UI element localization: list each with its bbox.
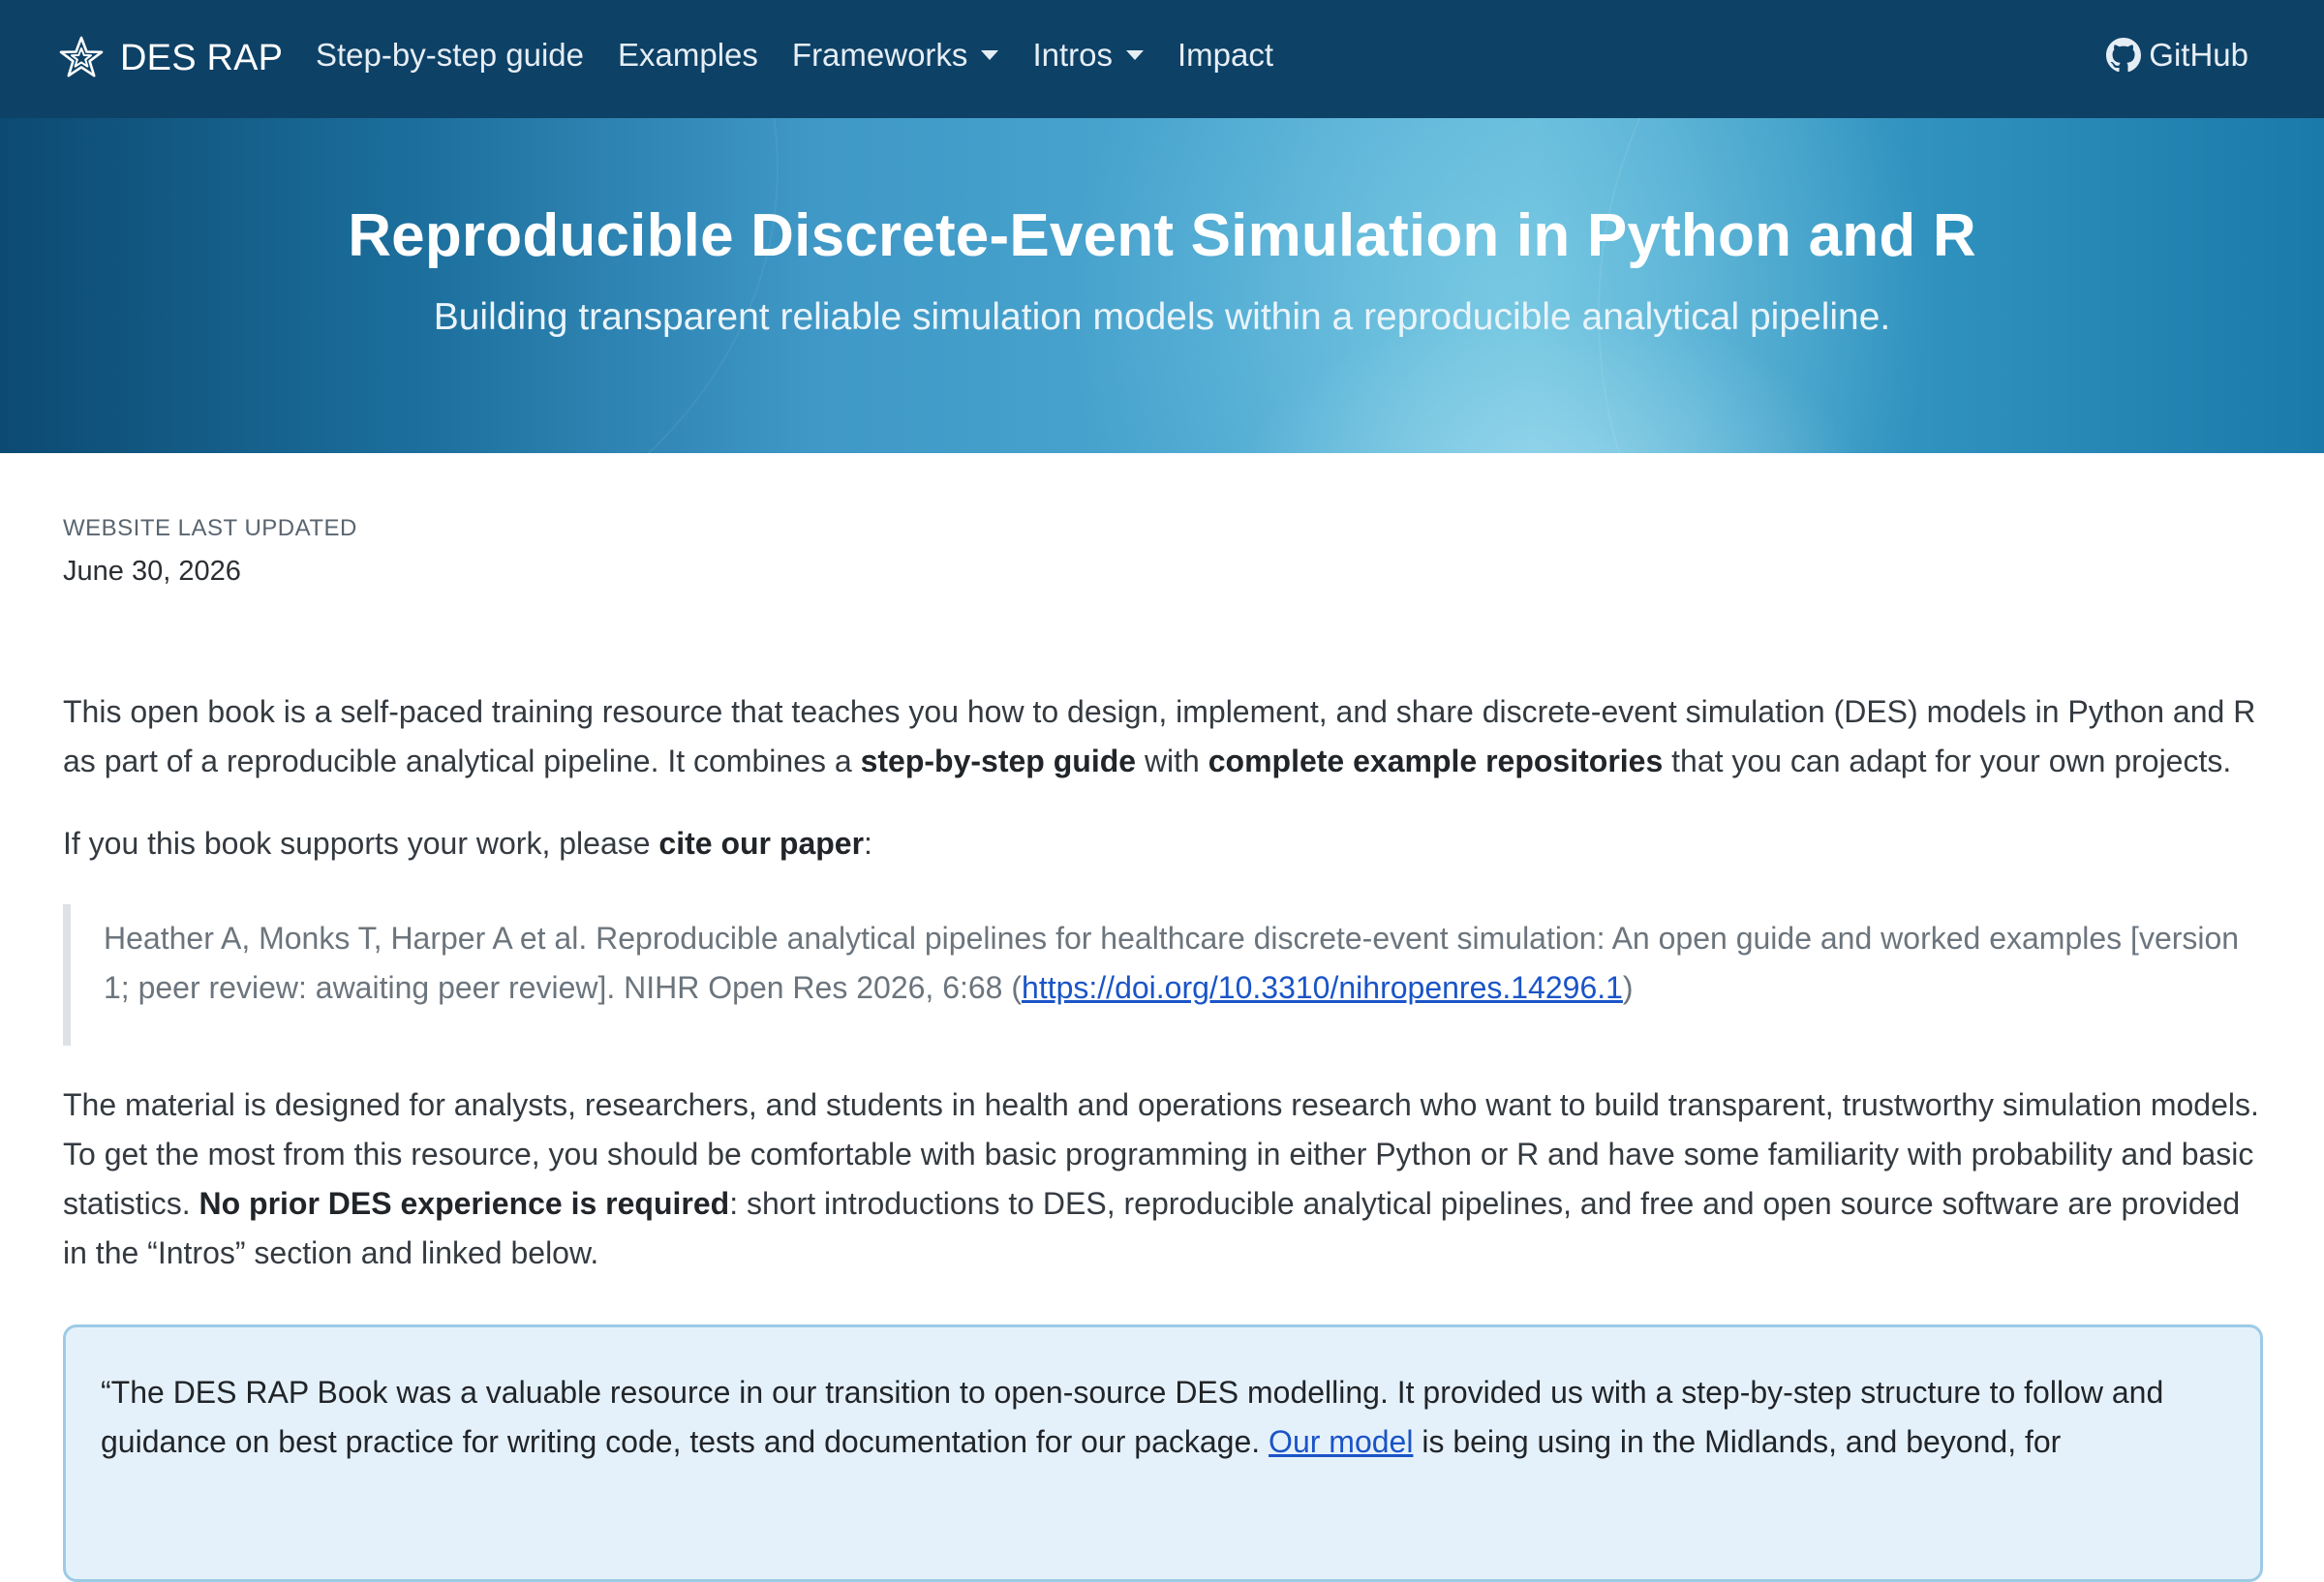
nav-label: Frameworks bbox=[791, 37, 968, 73]
caret-down-icon bbox=[981, 50, 999, 60]
page-title: Reproducible Discrete-Event Simulation i… bbox=[348, 202, 1976, 269]
nav-menu: Step-by-step guide Examples Frameworks I… bbox=[316, 37, 1307, 74]
our-model-link[interactable]: Our model bbox=[1269, 1424, 1413, 1459]
text: ) bbox=[1622, 970, 1634, 1005]
audience-paragraph: The material is designed for analysts, r… bbox=[63, 1080, 2261, 1278]
github-label: GitHub bbox=[2149, 37, 2248, 73]
page-subtitle: Building transparent reliable simulation… bbox=[433, 296, 1891, 338]
brand-link[interactable]: DES RAP bbox=[58, 35, 283, 81]
citation-text: Heather A, Monks T, Harper A et al. Repr… bbox=[104, 914, 2263, 1013]
last-updated-date: June 30, 2026 bbox=[63, 556, 241, 587]
text: is being using in the Midlands, and beyo… bbox=[1413, 1424, 2062, 1459]
hero-decoration bbox=[0, 118, 779, 453]
nav-frameworks-dropdown[interactable]: Frameworks bbox=[792, 37, 999, 74]
nav-label: Impact bbox=[1177, 37, 1274, 73]
github-icon bbox=[2106, 38, 2142, 73]
bold-text: complete example repositories bbox=[1208, 744, 1664, 778]
doi-link[interactable]: https://doi.org/10.3310/nihropenres.1429… bbox=[1022, 970, 1623, 1005]
caret-down-icon bbox=[1125, 50, 1144, 60]
nav-step-by-step-guide[interactable]: Step-by-step guide bbox=[316, 37, 584, 74]
star-logo-icon bbox=[59, 36, 104, 77]
citation-blockquote: Heather A, Monks T, Harper A et al. Repr… bbox=[63, 904, 2263, 1046]
cite-request-paragraph: If you this book supports your work, ple… bbox=[63, 819, 2261, 868]
nav-examples[interactable]: Examples bbox=[618, 37, 758, 74]
testimonial-text: “The DES RAP Book was a valuable resourc… bbox=[101, 1368, 2221, 1467]
brand-name: DES RAP bbox=[120, 37, 284, 78]
bold-text: step-by-step guide bbox=[860, 744, 1137, 778]
bold-text: cite our paper bbox=[658, 826, 865, 861]
intro-paragraph: This open book is a self-paced training … bbox=[63, 687, 2261, 786]
last-updated-label: WEBSITE LAST UPDATED bbox=[63, 515, 357, 541]
bold-text: No prior DES experience is required bbox=[199, 1186, 730, 1221]
nav-impact[interactable]: Impact bbox=[1177, 37, 1273, 74]
nav-label: Examples bbox=[618, 37, 758, 73]
nav-intros-dropdown[interactable]: Intros bbox=[1032, 37, 1144, 74]
nav-label: Intros bbox=[1032, 37, 1113, 73]
hero-banner: Reproducible Discrete-Event Simulation i… bbox=[0, 118, 2324, 453]
testimonial-callout: “The DES RAP Book was a valuable resourc… bbox=[63, 1324, 2263, 1582]
text: If you this book supports your work, ple… bbox=[63, 826, 659, 861]
github-link[interactable]: GitHub bbox=[2106, 37, 2248, 74]
text: with bbox=[1136, 744, 1208, 778]
text: : bbox=[864, 826, 872, 861]
text: that you can adapt for your own projects… bbox=[1663, 744, 2232, 778]
nav-label: Step-by-step guide bbox=[316, 37, 585, 73]
top-navbar: DES RAP Step-by-step guide Examples Fram… bbox=[0, 0, 2324, 118]
